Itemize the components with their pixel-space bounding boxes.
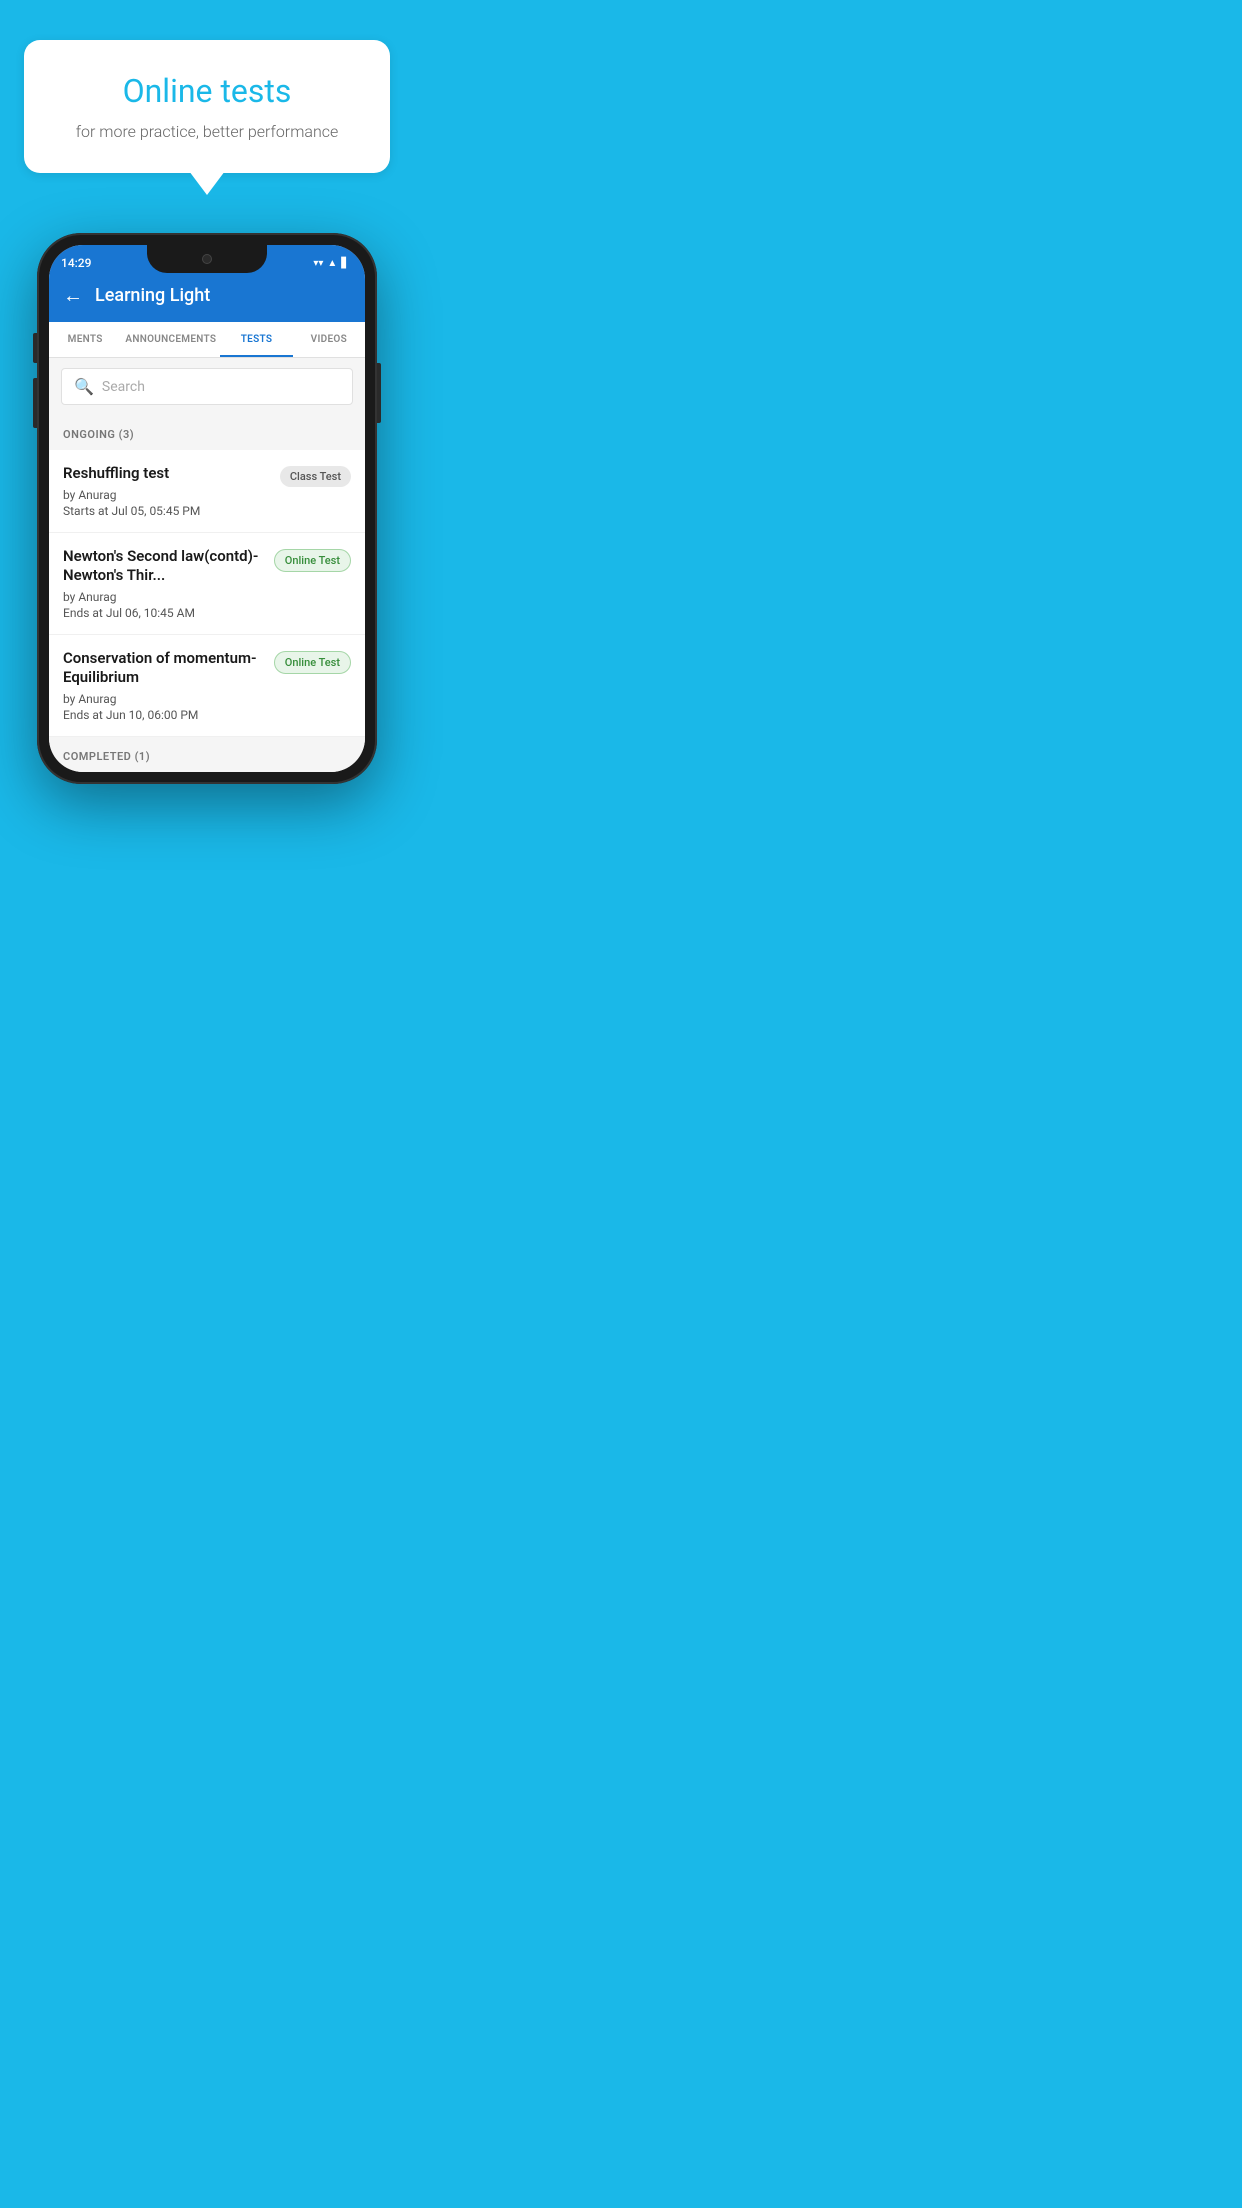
back-button[interactable]: ← [63, 283, 83, 308]
test-time: Starts at Jul 05, 05:45 PM [63, 504, 270, 518]
tabs-bar: MENTS ANNOUNCEMENTS TESTS VIDEOS [49, 322, 365, 358]
test-info: Newton's Second law(contd)-Newton's Thir… [63, 547, 274, 620]
camera-icon [202, 254, 212, 264]
promo-title: Online tests [48, 72, 366, 110]
promo-section: Online tests for more practice, better p… [0, 0, 414, 173]
search-icon: 🔍 [74, 377, 94, 396]
test-time: Ends at Jul 06, 10:45 AM [63, 606, 264, 620]
phone-mockup: 14:29 ▾▾ ▲ ▋ ← Learning Light MENTS ANNO… [37, 233, 377, 784]
test-item[interactable]: Newton's Second law(contd)-Newton's Thir… [49, 533, 365, 635]
wifi-icon: ▾▾ [313, 258, 323, 269]
search-placeholder: Search [102, 379, 145, 395]
completed-label: COMPLETED (1) [63, 750, 150, 763]
test-item[interactable]: Conservation of momentum-Equilibrium by … [49, 635, 365, 737]
signal-icon: ▲ [327, 258, 337, 269]
test-badge: Online Test [274, 549, 351, 572]
promo-subtitle: for more practice, better performance [48, 122, 366, 141]
test-info: Reshuffling test by Anurag Starts at Jul… [63, 464, 280, 518]
phone-notch [147, 245, 267, 273]
tab-videos[interactable]: VIDEOS [293, 322, 365, 357]
test-name: Reshuffling test [63, 464, 270, 484]
ongoing-label: ONGOING (3) [63, 428, 134, 441]
test-name: Newton's Second law(contd)-Newton's Thir… [63, 547, 264, 586]
phone-frame: 14:29 ▾▾ ▲ ▋ ← Learning Light MENTS ANNO… [37, 233, 377, 784]
volume-button-up [33, 333, 37, 363]
app-header: ← Learning Light [49, 273, 365, 322]
tab-announcements[interactable]: ANNOUNCEMENTS [121, 322, 220, 357]
status-time: 14:29 [61, 248, 91, 270]
test-time: Ends at Jun 10, 06:00 PM [63, 708, 264, 722]
test-by: by Anurag [63, 692, 264, 706]
search-bar[interactable]: 🔍 Search [61, 368, 353, 405]
test-badge: Class Test [280, 466, 351, 487]
volume-button-down [33, 378, 37, 428]
search-container: 🔍 Search [49, 358, 365, 415]
test-info: Conservation of momentum-Equilibrium by … [63, 649, 274, 722]
tab-ments[interactable]: MENTS [49, 322, 121, 357]
power-button [377, 363, 381, 423]
test-name: Conservation of momentum-Equilibrium [63, 649, 264, 688]
tests-list: Reshuffling test by Anurag Starts at Jul… [49, 450, 365, 737]
status-icons: ▾▾ ▲ ▋ [313, 250, 349, 269]
app-title: Learning Light [95, 285, 210, 306]
phone-screen: 14:29 ▾▾ ▲ ▋ ← Learning Light MENTS ANNO… [49, 245, 365, 772]
battery-icon: ▋ [341, 258, 349, 269]
completed-section-header: COMPLETED (1) [49, 737, 365, 772]
speech-bubble: Online tests for more practice, better p… [24, 40, 390, 173]
ongoing-section-header: ONGOING (3) [49, 415, 365, 450]
test-by: by Anurag [63, 488, 270, 502]
test-by: by Anurag [63, 590, 264, 604]
tab-tests[interactable]: TESTS [220, 322, 292, 357]
test-item[interactable]: Reshuffling test by Anurag Starts at Jul… [49, 450, 365, 533]
test-badge: Online Test [274, 651, 351, 674]
